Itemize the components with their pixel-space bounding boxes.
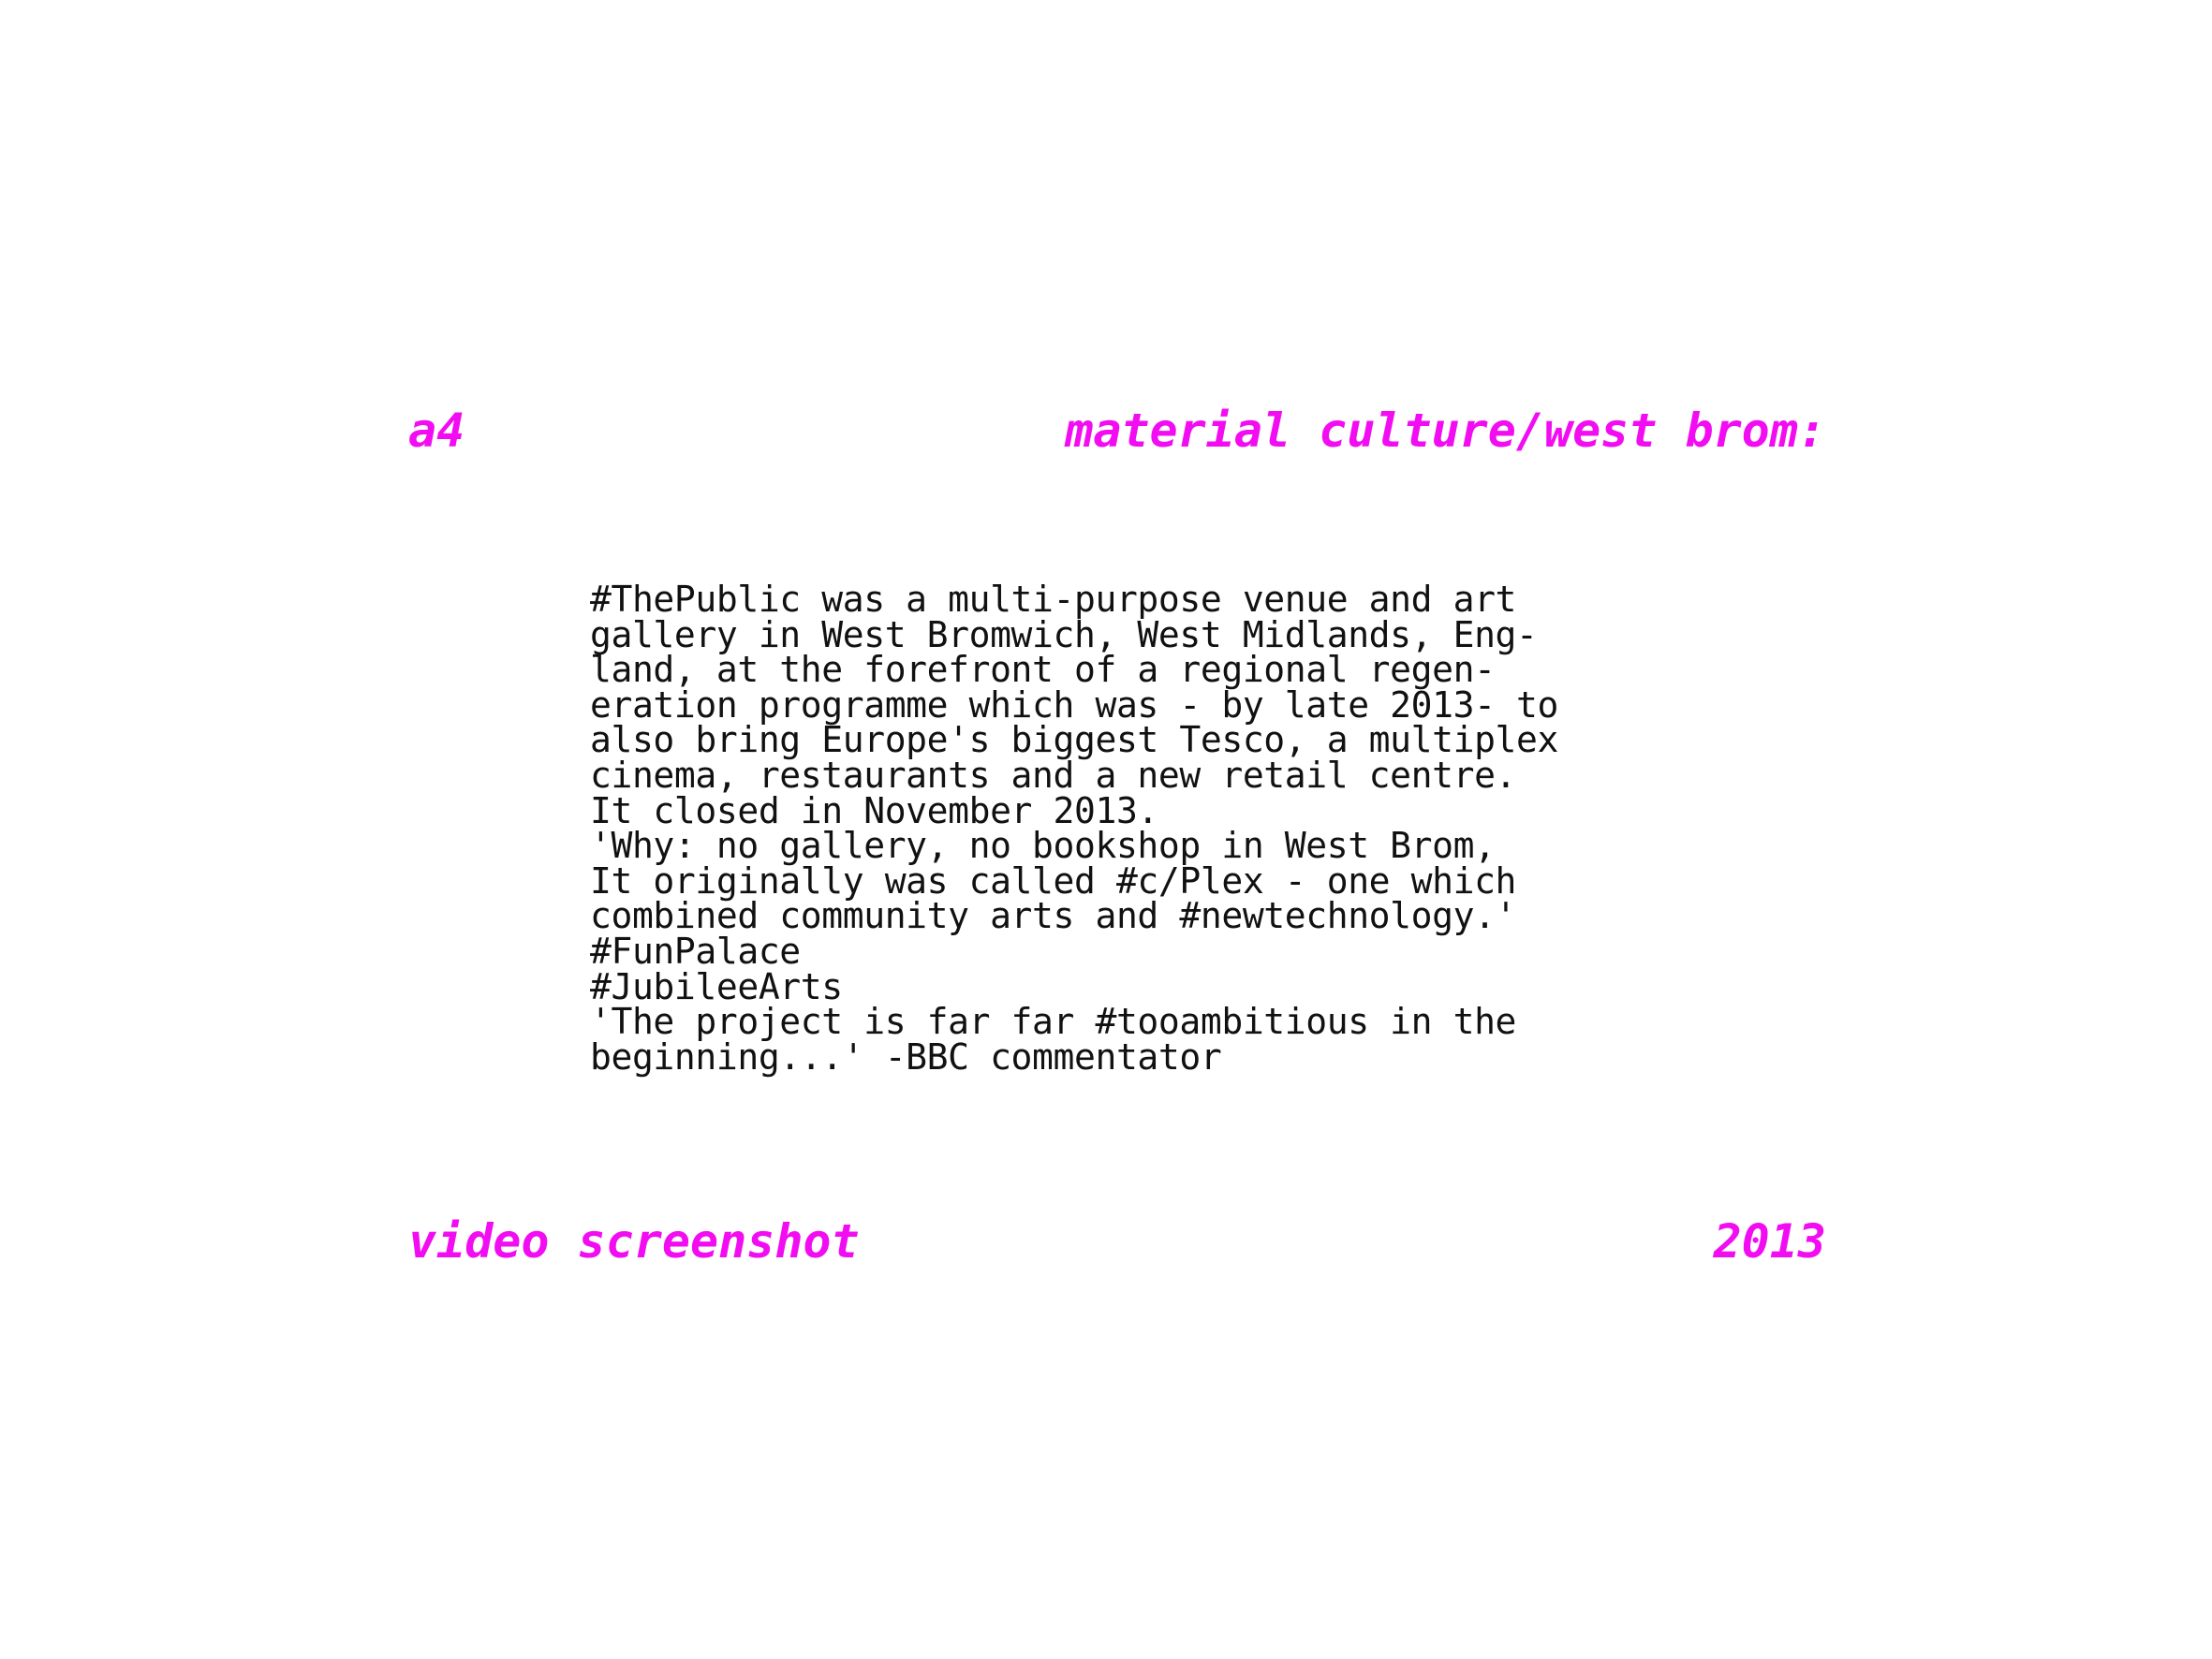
body-line: #FunPalace — [590, 930, 801, 972]
header-label-left: a4 — [408, 404, 465, 458]
body-text: #ThePublic was a multi-purpose venue and… — [590, 579, 1630, 1078]
body-line: It originally was called #c/Plex - one w… — [590, 859, 1517, 902]
body-line: combined community arts and #newtechnolo… — [590, 895, 1517, 937]
body-line: beginning...' -BBC commentator — [590, 1035, 1222, 1078]
body-line: land, at the forefront of a regional reg… — [590, 649, 1496, 691]
body-line: gallery in West Bromwich, West Midlands,… — [590, 613, 1538, 655]
body-line: It closed in November 2013. — [590, 789, 1158, 831]
body-line: cinema, restaurants and a new retail cen… — [590, 754, 1517, 796]
body-line: eration programme which was - by late 20… — [590, 683, 1558, 726]
body-line: 'Why: no gallery, no bookshop in West Br… — [590, 825, 1496, 867]
body-line: #ThePublic was a multi-purpose venue and… — [590, 579, 1517, 620]
body-line: #JubileeArts — [590, 965, 843, 1007]
footer-label-left: video screenshot — [408, 1214, 860, 1269]
body-line: 'The project is far far #tooambitious in… — [590, 1001, 1517, 1043]
header-label-right: material culture/west brom: — [1065, 404, 1826, 458]
page: a4 material culture/west brom: #ThePubli… — [0, 0, 2212, 1659]
footer-label-right: 2013 — [1713, 1214, 1826, 1269]
body-line: also bring Europe's biggest Tesco, a mul… — [590, 719, 1558, 761]
